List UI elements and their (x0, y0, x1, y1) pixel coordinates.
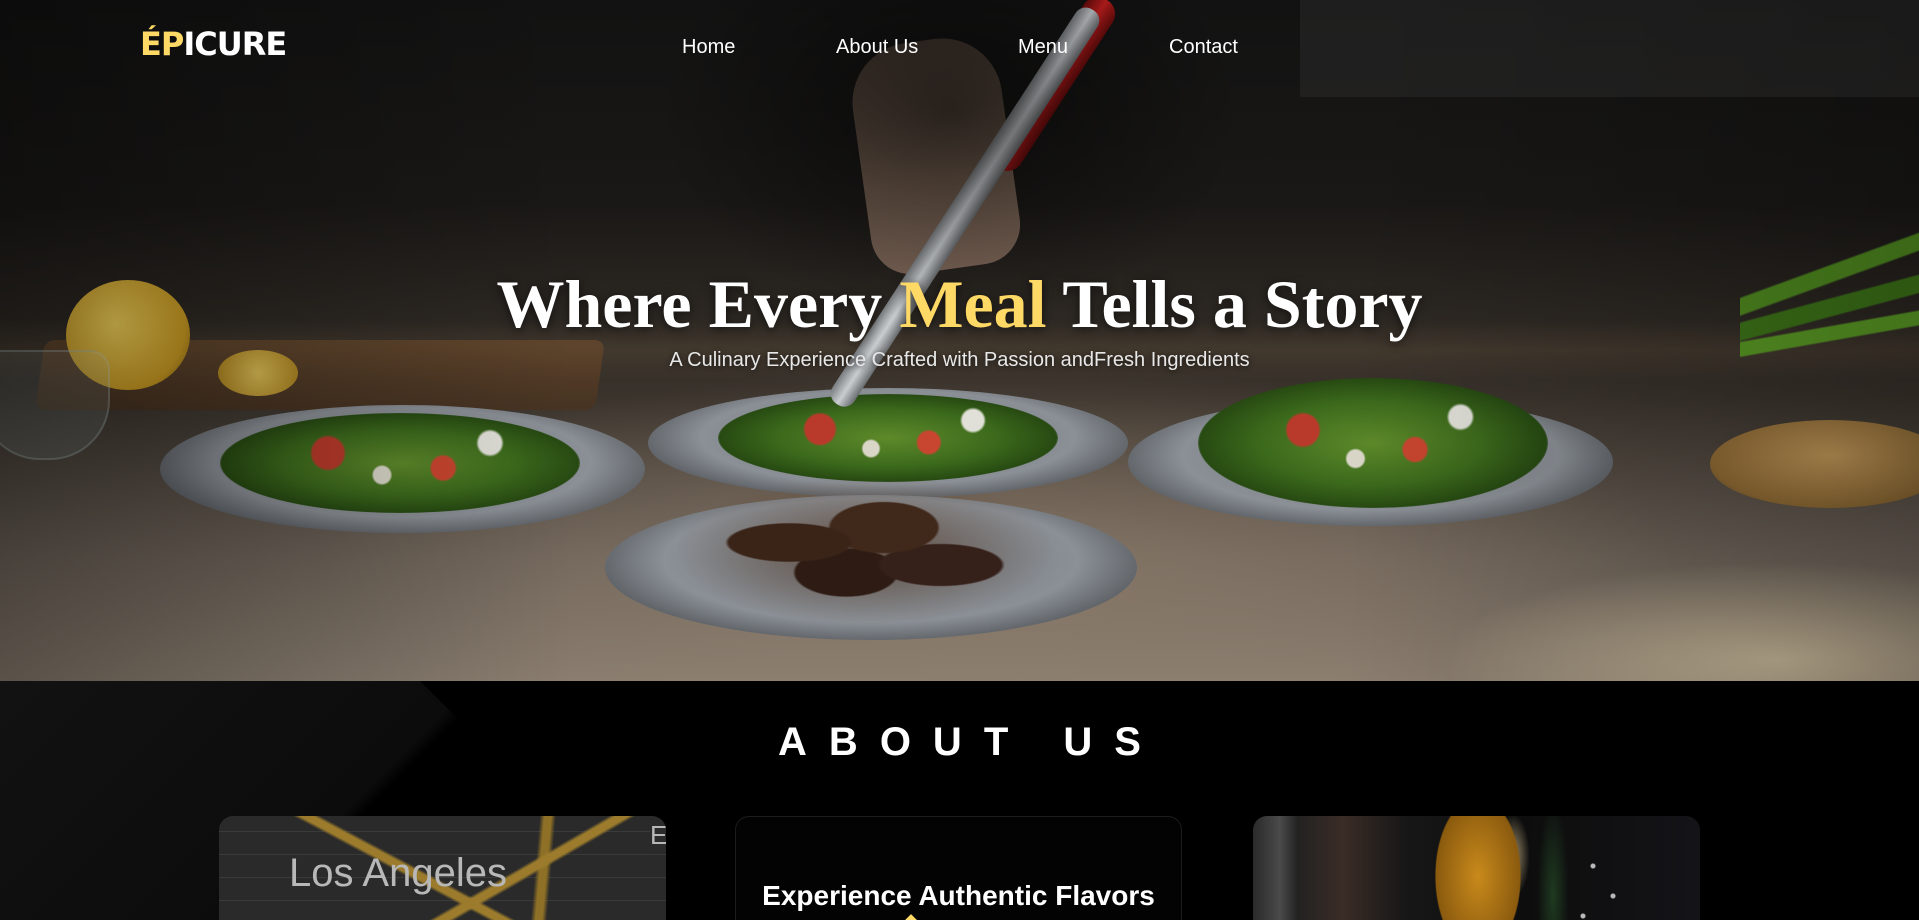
nav-link-menu[interactable]: Menu (1018, 33, 1068, 61)
nav-band (1300, 0, 1919, 97)
logo-part-accent: ÉP (140, 25, 184, 63)
flavors-card: Experience Authentic Flavors (735, 816, 1182, 920)
location-map-card[interactable]: Los Angeles E (219, 816, 666, 920)
hero-title-accent: Meal (899, 266, 1047, 342)
hero-section: Where Every Meal Tells a Story A Culinar… (0, 0, 1919, 681)
logo-part-main: ICURE (183, 25, 287, 63)
hero-subtitle: A Culinary Experience Crafted with Passi… (669, 349, 1250, 371)
bar-photo-card (1253, 816, 1700, 920)
hero-title-before: Where Every (496, 266, 900, 342)
hero-title-after: Tells a Story (1046, 266, 1423, 342)
about-section: ABOUT US Los Angeles E Experience Authen… (0, 681, 1919, 920)
nav-link-about-us[interactable]: About Us (836, 33, 918, 61)
about-title: ABOUT US (778, 720, 1163, 764)
map-city-label: Los Angeles (289, 851, 507, 895)
nav-link-contact[interactable]: Contact (1169, 33, 1238, 61)
brand-logo[interactable]: ÉPICURE (140, 24, 287, 64)
hero-title: Where Every Meal Tells a Story (0, 264, 1919, 344)
nav-link-home[interactable]: Home (682, 33, 735, 61)
top-navigation: ÉPICURE Home About Us Menu Contact (0, 0, 1919, 97)
accent-diamond-icon (901, 914, 921, 920)
flavors-card-title: Experience Authentic Flavors (762, 880, 1155, 911)
map-edge-label: E (650, 820, 666, 850)
